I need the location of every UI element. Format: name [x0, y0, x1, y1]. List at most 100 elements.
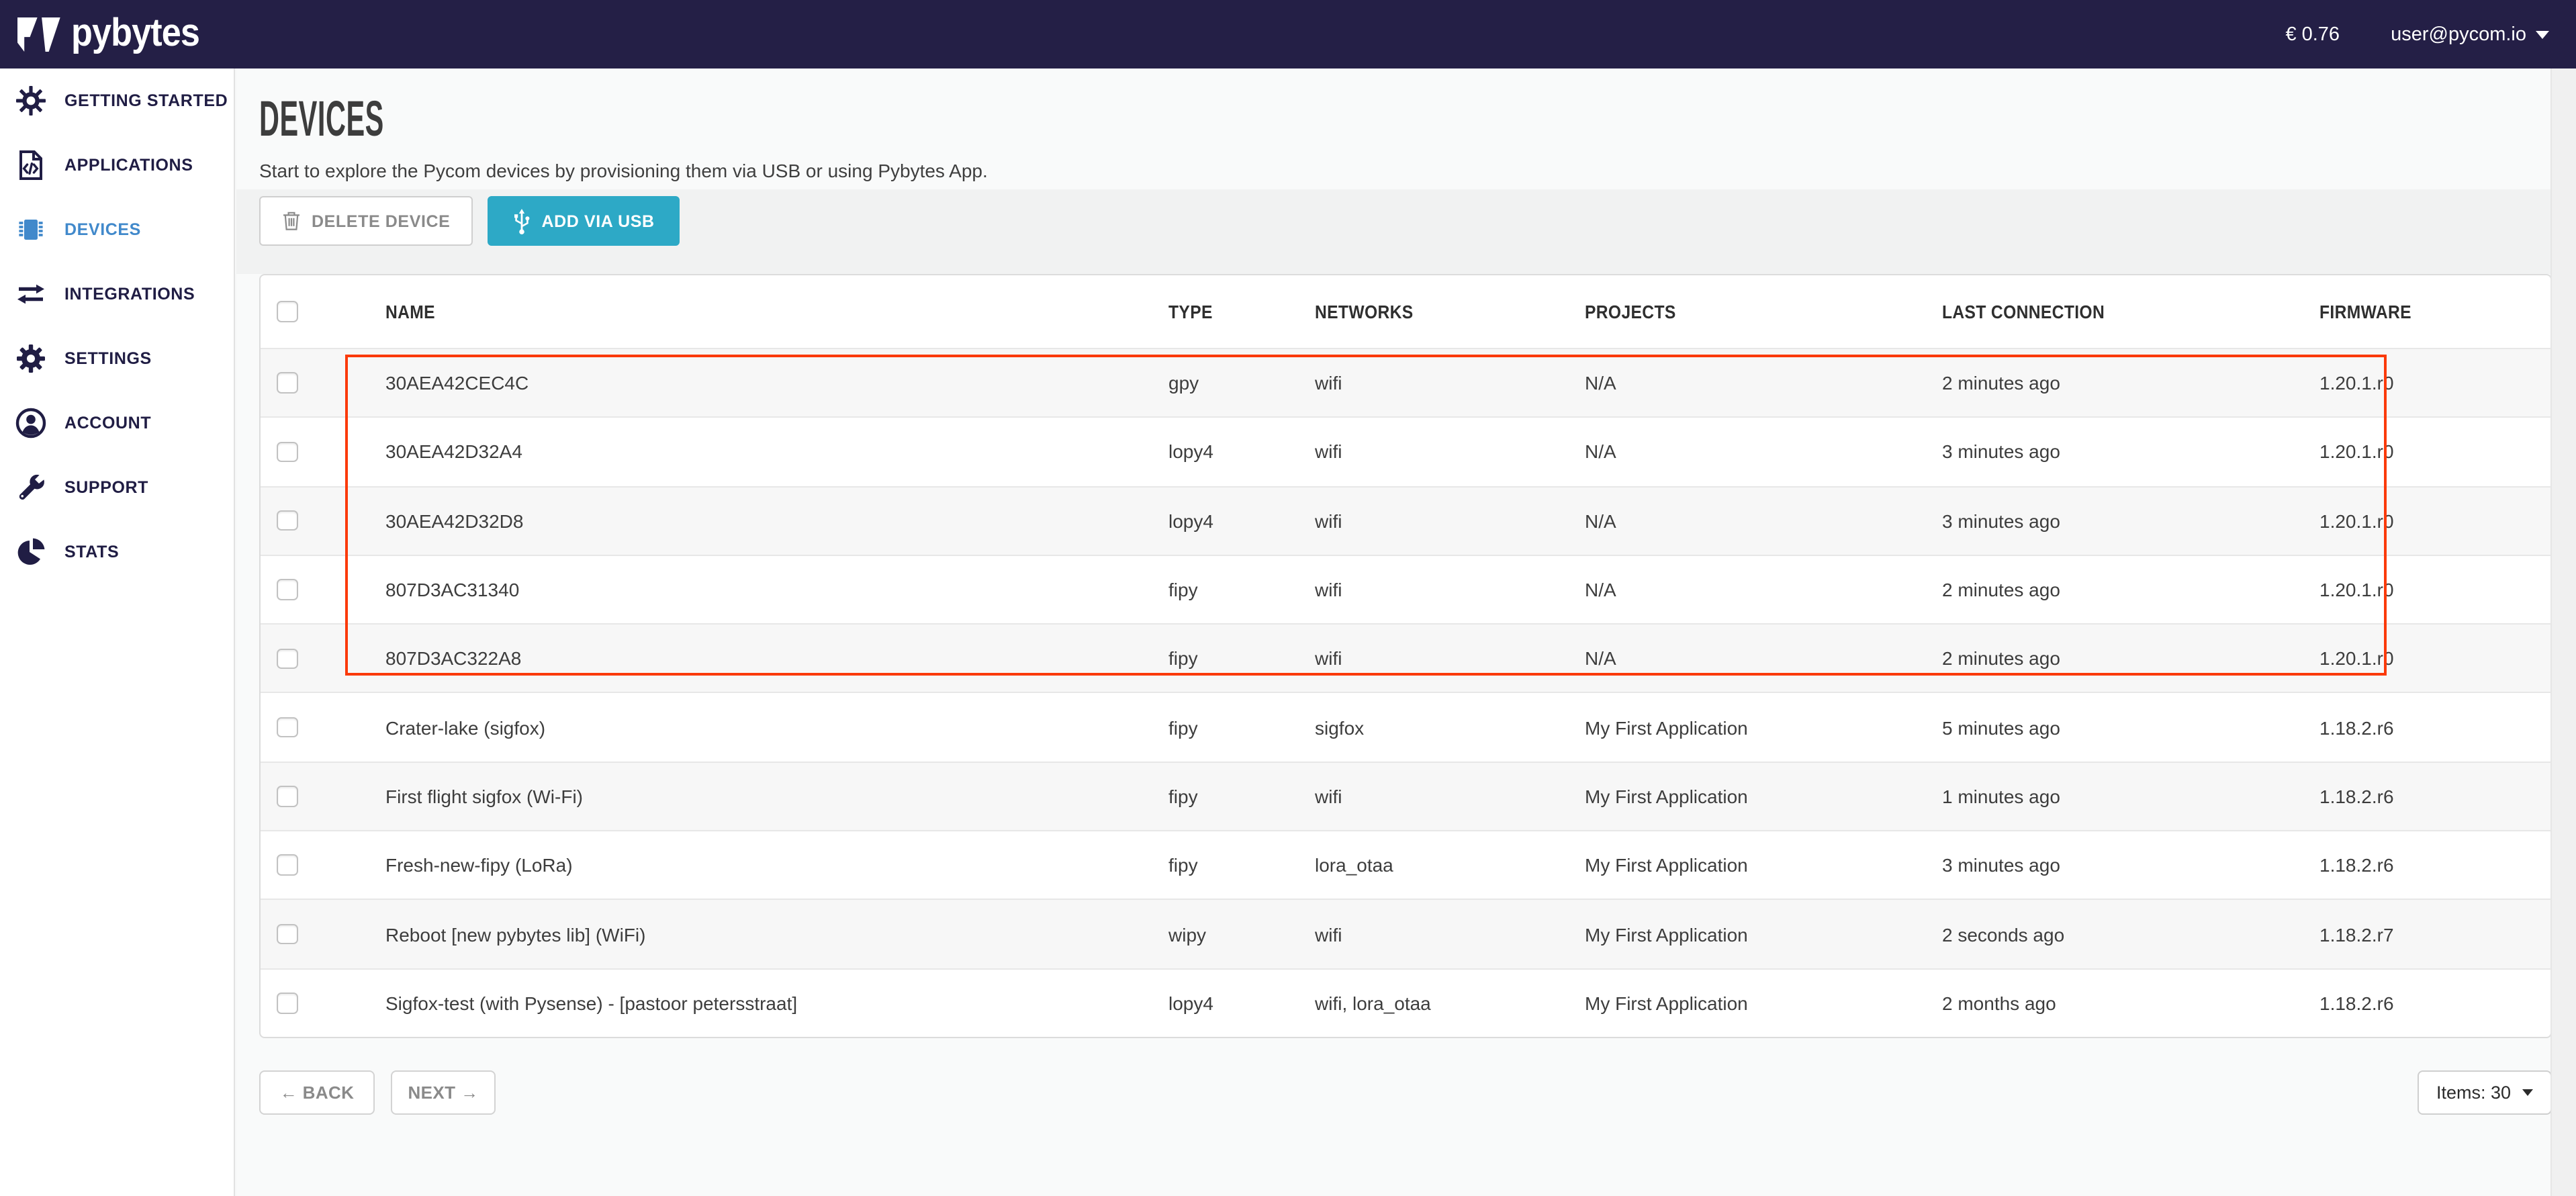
cell-firmware: 1.20.1.r0	[2319, 510, 2550, 531]
sidebar-item-label: ACCOUNT	[64, 414, 151, 432]
chevron-down-icon	[2536, 30, 2549, 38]
row-checkbox-cell	[261, 855, 385, 876]
cell-name: 30AEA42CEC4C	[385, 372, 1168, 394]
cell-firmware: 1.18.2.r6	[2319, 786, 2550, 807]
sidebar-item-label: APPLICATIONS	[64, 156, 193, 175]
sidebar-item-integrations[interactable]: INTEGRATIONS	[0, 262, 234, 326]
row-checkbox-cell	[261, 924, 385, 945]
cell-projects: My First Application	[1585, 854, 1942, 876]
delete-device-button[interactable]: DELETE DEVICE	[259, 196, 473, 246]
table-row[interactable]: Fresh-new-fipy (LoRa)fipylora_otaaMy Fir…	[261, 830, 2550, 899]
usb-icon	[513, 208, 531, 234]
cell-firmware: 1.18.2.r7	[2319, 923, 2550, 945]
toolbar: DELETE DEVICE ADD VIA USB	[259, 196, 680, 246]
sidebar-item-label: STATS	[64, 543, 119, 561]
cell-type: wipy	[1168, 923, 1315, 945]
cell-firmware: 1.18.2.r6	[2319, 717, 2550, 738]
sidebar-item-applications[interactable]: APPLICATIONS	[0, 133, 234, 197]
sidebar-item-settings[interactable]: SETTINGS	[0, 326, 234, 391]
scrollbar-track[interactable]	[2550, 68, 2576, 1196]
table-row[interactable]: Reboot [new pybytes lib] (WiFi)wipywifiM…	[261, 899, 2550, 968]
row-checkbox-cell	[261, 373, 385, 394]
account-balance[interactable]: € 0.76	[2285, 24, 2340, 45]
add-via-usb-button[interactable]: ADD VIA USB	[488, 196, 680, 246]
cell-networks: wifi	[1315, 579, 1585, 600]
table-row[interactable]: 807D3AC322A8fipywifiN/A2 minutes ago1.20…	[261, 623, 2550, 692]
cell-last-connection: 3 minutes ago	[1942, 854, 2319, 876]
row-checkbox-cell	[261, 580, 385, 600]
cell-projects: My First Application	[1585, 786, 1942, 807]
column-header-last-connection: LAST CONNECTION	[1942, 301, 2319, 322]
sidebar-item-stats[interactable]: STATS	[0, 520, 234, 584]
sidebar: GETTING STARTED APPLICATIONS DEVICES	[0, 68, 235, 1196]
cell-last-connection: 1 minutes ago	[1942, 786, 2319, 807]
logo-text: pybytes	[71, 12, 199, 56]
row-checkbox-cell	[261, 786, 385, 807]
chevron-down-icon	[2522, 1089, 2532, 1096]
user-menu[interactable]: user@pycom.io	[2391, 24, 2549, 45]
row-checkbox[interactable]	[277, 924, 297, 945]
sidebar-item-label: SUPPORT	[64, 478, 148, 497]
cell-name: First flight sigfox (Wi-Fi)	[385, 786, 1168, 807]
row-checkbox[interactable]	[277, 855, 297, 876]
column-header-name: NAME	[385, 301, 1168, 322]
row-checkbox[interactable]	[277, 648, 297, 669]
row-checkbox[interactable]	[277, 786, 297, 807]
cell-firmware: 1.20.1.r0	[2319, 372, 2550, 394]
topbar-right: € 0.76 user@pycom.io	[2285, 24, 2549, 45]
cell-projects: N/A	[1585, 510, 1942, 531]
app-window: pybytes € 0.76 user@pycom.io	[0, 0, 2576, 1196]
cell-type: fipy	[1168, 648, 1315, 670]
cell-type: lopy4	[1168, 441, 1315, 463]
cell-name: 30AEA42D32D8	[385, 510, 1168, 531]
row-checkbox[interactable]	[277, 373, 297, 394]
devices-table: NAME TYPE NETWORKS PROJECTS LAST CONNECT…	[259, 274, 2551, 1038]
cell-last-connection: 3 minutes ago	[1942, 441, 2319, 463]
row-checkbox-cell	[261, 717, 385, 738]
cell-type: lopy4	[1168, 510, 1315, 531]
next-button[interactable]: NEXT →	[391, 1070, 496, 1115]
code-document-icon	[15, 149, 47, 181]
cell-firmware: 1.18.2.r6	[2319, 854, 2550, 876]
sun-icon	[15, 85, 47, 117]
cell-projects: N/A	[1585, 441, 1942, 463]
cell-type: fipy	[1168, 854, 1315, 876]
sidebar-item-getting-started[interactable]: GETTING STARTED	[0, 68, 234, 133]
select-all-checkbox[interactable]	[277, 302, 297, 322]
cell-networks: wifi	[1315, 786, 1585, 807]
back-button[interactable]: ← BACK	[259, 1070, 375, 1115]
row-checkbox-cell	[261, 993, 385, 1013]
cell-firmware: 1.20.1.r0	[2319, 441, 2550, 463]
sidebar-item-devices[interactable]: DEVICES	[0, 197, 234, 262]
cell-projects: N/A	[1585, 648, 1942, 670]
items-per-page-label: Items: 30	[2436, 1083, 2511, 1103]
cell-last-connection: 2 seconds ago	[1942, 923, 2319, 945]
table-row[interactable]: 30AEA42D32D8lopy4wifiN/A3 minutes ago1.2…	[261, 486, 2550, 555]
sidebar-item-support[interactable]: SUPPORT	[0, 455, 234, 520]
row-checkbox[interactable]	[277, 717, 297, 738]
cell-networks: wifi	[1315, 441, 1585, 463]
table-row[interactable]: First flight sigfox (Wi-Fi)fipywifiMy Fi…	[261, 762, 2550, 831]
row-checkbox[interactable]	[277, 441, 297, 462]
row-checkbox[interactable]	[277, 993, 297, 1013]
cell-networks: wifi	[1315, 510, 1585, 531]
cell-type: fipy	[1168, 786, 1315, 807]
row-checkbox[interactable]	[277, 580, 297, 600]
sidebar-nav: GETTING STARTED APPLICATIONS DEVICES	[0, 68, 234, 584]
pybytes-logo[interactable]: pybytes	[17, 12, 214, 56]
cell-last-connection: 3 minutes ago	[1942, 510, 2319, 531]
cell-projects: My First Application	[1585, 717, 1942, 738]
table-row[interactable]: 30AEA42CEC4CgpywifiN/A2 minutes ago1.20.…	[261, 348, 2550, 417]
column-header-firmware: FIRMWARE	[2319, 301, 2550, 322]
cell-name: 30AEA42D32A4	[385, 441, 1168, 463]
sidebar-item-label: INTEGRATIONS	[64, 285, 195, 304]
sidebar-item-account[interactable]: ACCOUNT	[0, 391, 234, 455]
table-row[interactable]: 30AEA42D32A4lopy4wifiN/A3 minutes ago1.2…	[261, 417, 2550, 486]
items-per-page-dropdown[interactable]: Items: 30	[2418, 1070, 2551, 1115]
table-row[interactable]: Sigfox-test (with Pysense) - [pastoor pe…	[261, 968, 2550, 1037]
row-checkbox-cell	[261, 648, 385, 669]
table-row[interactable]: Crater-lake (sigfox)fipysigfoxMy First A…	[261, 692, 2550, 762]
row-checkbox[interactable]	[277, 510, 297, 531]
column-header-projects: PROJECTS	[1585, 301, 1942, 322]
table-row[interactable]: 807D3AC31340fipywifiN/A2 minutes ago1.20…	[261, 555, 2550, 624]
